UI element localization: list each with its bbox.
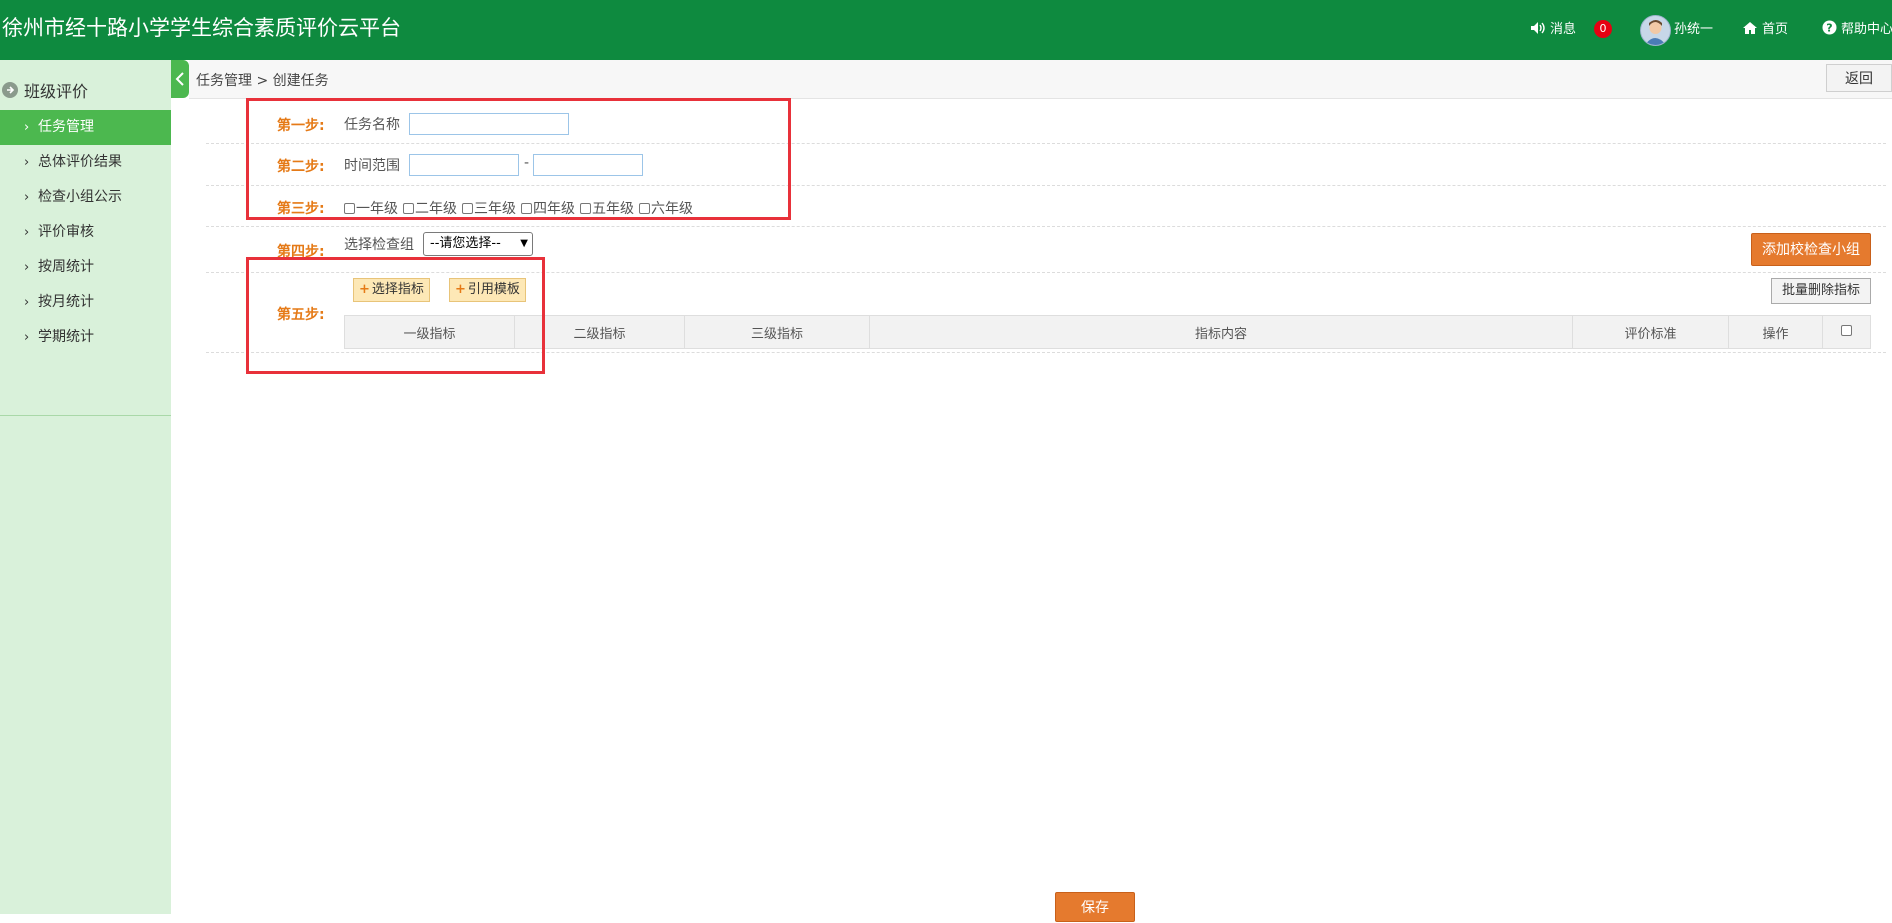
sidebar-item-weekly-stats[interactable]: › 按周统计: [0, 250, 171, 285]
help-label: 帮助中心: [1841, 22, 1892, 37]
user-menu[interactable]: 孙统一: [1674, 18, 1713, 37]
home-label: 首页: [1762, 22, 1789, 37]
chevron-right-icon: ›: [24, 260, 30, 275]
select-all-header: [1822, 315, 1871, 349]
sidebar-collapse-button[interactable]: [171, 60, 189, 98]
check-group-label: 选择检查组: [344, 237, 414, 253]
messages-label: 消息: [1550, 22, 1577, 37]
highlight-box-steps-1-3: [246, 98, 791, 220]
arrow-right-circle-icon: [2, 82, 18, 98]
sidebar-menu: › 任务管理 › 总体评价结果 › 检查小组公示 › 评价审核 › 按周统计 › 按月统计 …: [0, 110, 171, 355]
home-link[interactable]: 首页: [1742, 18, 1788, 37]
highlight-box-step-5: [246, 257, 545, 374]
chevron-right-icon: ›: [24, 295, 30, 310]
sidebar-section-title[interactable]: 班级评价: [0, 74, 171, 106]
sidebar: 班级评价 › 任务管理 › 总体评价结果 › 检查小组公示 › 评价审核 › 按周统计 ›…: [0, 60, 171, 914]
column-header: 评价标准: [1572, 315, 1729, 349]
avatar[interactable]: [1640, 15, 1671, 46]
sidebar-item-semester-stats[interactable]: › 学期统计: [0, 320, 171, 355]
sidebar-item-evaluation-review[interactable]: › 评价审核: [0, 215, 171, 250]
check-group-select[interactable]: --请您选择-- ▼: [423, 232, 533, 256]
column-header: 操作: [1728, 315, 1823, 349]
save-button[interactable]: 保存: [1055, 892, 1135, 922]
chevron-right-icon: ›: [24, 120, 30, 135]
sidebar-item-overall-results[interactable]: › 总体评价结果: [0, 145, 171, 180]
breadcrumb: 任务管理 > 创建任务: [196, 73, 329, 89]
table-header-row: 一级指标 二级指标 三级指标 指标内容 评价标准 操作: [344, 315, 1871, 349]
divider: [206, 226, 1886, 227]
app-title: 徐州市经十路小学学生综合素质评价云平台: [2, 16, 401, 40]
select-all-checkbox[interactable]: [1840, 324, 1852, 336]
sidebar-item-group-publicity[interactable]: › 检查小组公示: [0, 180, 171, 215]
speaker-icon: [1531, 21, 1545, 34]
chevron-right-icon: ›: [24, 155, 30, 170]
chevron-right-icon: ›: [24, 330, 30, 345]
chevron-down-icon: ▼: [520, 238, 528, 249]
sidebar-item-monthly-stats[interactable]: › 按月统计: [0, 285, 171, 320]
indicator-table: 一级指标 二级指标 三级指标 指标内容 评价标准 操作: [344, 315, 1871, 349]
svg-text:?: ?: [1826, 22, 1832, 35]
user-name: 孙统一: [1674, 22, 1714, 37]
help-icon: ?: [1822, 20, 1837, 35]
message-count-badge: 0: [1594, 20, 1612, 38]
add-school-group-button[interactable]: 添加校检查小组: [1751, 233, 1871, 266]
sidebar-divider: [0, 415, 171, 416]
chevron-right-icon: ›: [24, 190, 30, 205]
messages-link[interactable]: 消息: [1530, 18, 1576, 37]
sidebar-item-task-management[interactable]: › 任务管理: [0, 110, 171, 145]
top-header: 徐州市经十路小学学生综合素质评价云平台 消息 0 孙统一 首页 ? 帮助中心: [0, 0, 1892, 60]
back-button[interactable]: 返回: [1826, 64, 1892, 92]
batch-delete-button[interactable]: 批量删除指标: [1771, 278, 1871, 304]
chevron-right-icon: ›: [24, 225, 30, 240]
column-header: 指标内容: [869, 315, 1573, 349]
column-header: 三级指标: [684, 315, 870, 349]
chevron-left-icon: [175, 72, 184, 86]
help-link[interactable]: ? 帮助中心: [1822, 18, 1892, 37]
home-icon: [1743, 21, 1757, 34]
breadcrumb-bar: [189, 60, 1892, 99]
